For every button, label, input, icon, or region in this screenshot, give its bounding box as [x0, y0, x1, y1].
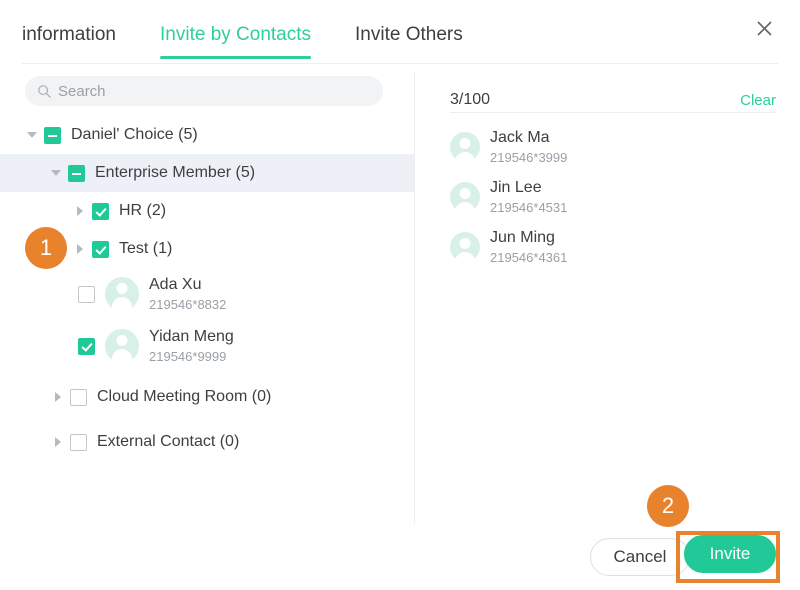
person-id: 219546*4531	[490, 199, 567, 216]
person-id: 219546*4361	[490, 249, 567, 266]
person-id: 219546*8832	[149, 296, 226, 313]
person-info: Jin Lee 219546*4531	[490, 178, 567, 216]
list-item[interactable]: Jack Ma 219546*3999	[450, 122, 780, 172]
checkbox-external-contact[interactable]	[70, 434, 87, 451]
person-name: Ada Xu	[149, 275, 226, 295]
avatar	[105, 277, 139, 311]
selected-list: Jack Ma 219546*3999 Jin Lee 219546*4531 …	[450, 122, 780, 272]
avatar	[450, 182, 480, 212]
list-item[interactable]: Jun Ming 219546*4361	[450, 222, 780, 272]
close-button[interactable]	[750, 14, 778, 42]
tree-row-ada-xu[interactable]: Ada Xu 219546*8832	[0, 268, 414, 320]
tree-label: Daniel' Choice (5)	[71, 126, 198, 144]
tree-label: Cloud Meeting Room (0)	[97, 388, 271, 406]
person-info: Jun Ming 219546*4361	[490, 228, 567, 266]
person-info: Ada Xu 219546*8832	[149, 275, 226, 313]
cancel-button[interactable]: Cancel	[590, 538, 690, 576]
tree-row-yidan-meng[interactable]: Yidan Meng 219546*9999	[0, 320, 414, 372]
checkbox-daniel-choice[interactable]	[44, 127, 61, 144]
search-input[interactable]	[58, 83, 371, 100]
chevron-right-icon[interactable]	[50, 389, 66, 405]
person-name: Jun Ming	[490, 228, 567, 248]
chevron-right-icon[interactable]	[50, 434, 66, 450]
step-badge-2: 2	[647, 485, 689, 527]
clear-button[interactable]: Clear	[740, 92, 776, 109]
tree-row-cloud-meeting-room[interactable]: Cloud Meeting Room (0)	[0, 378, 414, 416]
selection-divider	[450, 112, 776, 113]
search-box[interactable]	[25, 76, 383, 106]
invite-highlight-box: Invite	[676, 531, 780, 583]
search-icon	[37, 84, 51, 98]
tree-row-enterprise-member[interactable]: Enterprise Member (5)	[0, 154, 414, 192]
tab-invite-by-contacts[interactable]: Invite by Contacts	[160, 22, 333, 59]
contacts-tree: Daniel' Choice (5) Enterprise Member (5)…	[0, 116, 414, 461]
avatar	[450, 232, 480, 262]
checkbox-test[interactable]	[92, 241, 109, 258]
tree-row-daniel-choice[interactable]: Daniel' Choice (5)	[0, 116, 414, 154]
dialog-header: information Invite by Contacts Invite Ot…	[0, 0, 800, 64]
avatar	[105, 329, 139, 363]
tab-information[interactable]: information	[22, 22, 138, 59]
selected-contacts-pane: 3/100 Clear Jack Ma 219546*3999 Jin Lee …	[415, 64, 800, 590]
tab-invite-others[interactable]: Invite Others	[355, 22, 485, 59]
step-badge-1: 1	[25, 227, 67, 269]
invite-button[interactable]: Invite	[684, 535, 776, 573]
tree-label: Enterprise Member (5)	[95, 164, 255, 182]
tree-label: Test (1)	[119, 240, 172, 258]
person-name: Yidan Meng	[149, 327, 234, 347]
person-info: Yidan Meng 219546*9999	[149, 327, 234, 365]
close-icon	[756, 20, 773, 37]
tab-bar: information Invite by Contacts Invite Ot…	[22, 22, 485, 59]
selection-count: 3/100	[450, 91, 490, 109]
chevron-right-icon[interactable]	[72, 203, 88, 219]
person-info: Jack Ma 219546*3999	[490, 128, 567, 166]
list-item[interactable]: Jin Lee 219546*4531	[450, 172, 780, 222]
person-name: Jin Lee	[490, 178, 567, 198]
tree-row-external-contact[interactable]: External Contact (0)	[0, 423, 414, 461]
contacts-tree-pane: Daniel' Choice (5) Enterprise Member (5)…	[0, 64, 414, 590]
chevron-down-icon[interactable]	[24, 127, 40, 143]
dialog-footer: Cancel Invite	[0, 524, 800, 590]
chevron-down-icon[interactable]	[48, 165, 64, 181]
checkbox-yidan-meng[interactable]	[78, 338, 95, 355]
tree-row-hr[interactable]: HR (2)	[0, 192, 414, 230]
person-name: Jack Ma	[490, 128, 567, 148]
checkbox-cloud-meeting-room[interactable]	[70, 389, 87, 406]
tree-label: External Contact (0)	[97, 433, 239, 451]
checkbox-hr[interactable]	[92, 203, 109, 220]
avatar	[450, 132, 480, 162]
chevron-right-icon[interactable]	[72, 241, 88, 257]
tree-label: HR (2)	[119, 202, 166, 220]
checkbox-ada-xu[interactable]	[78, 286, 95, 303]
person-id: 219546*3999	[490, 149, 567, 166]
checkbox-enterprise-member[interactable]	[68, 165, 85, 182]
person-id: 219546*9999	[149, 348, 234, 365]
